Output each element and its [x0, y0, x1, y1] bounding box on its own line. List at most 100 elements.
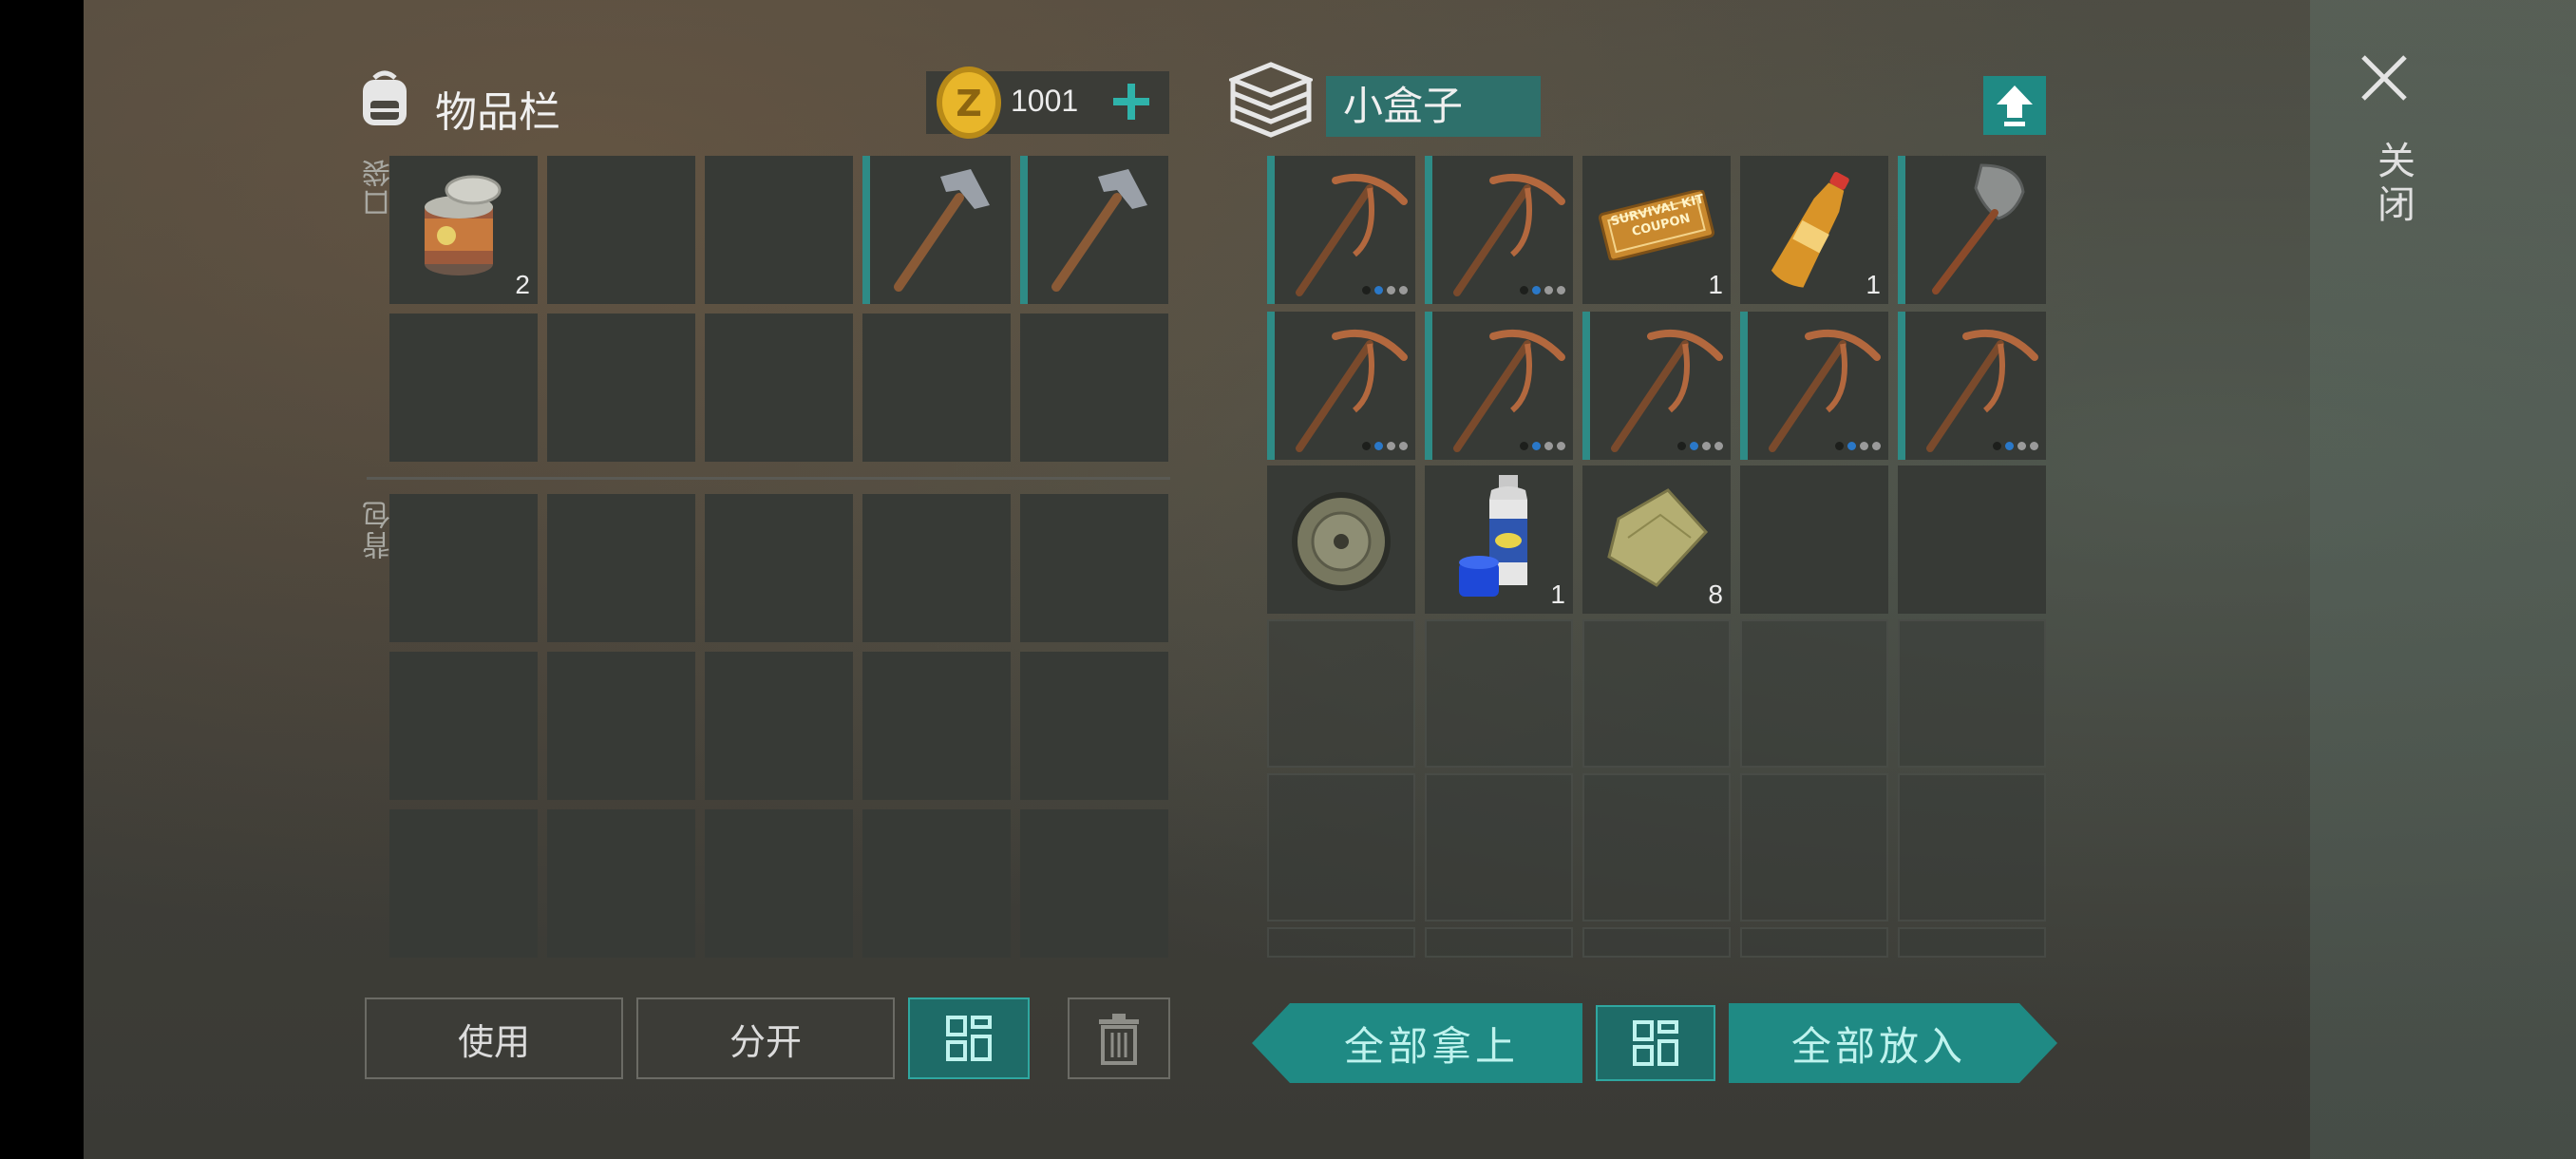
- container-slot[interactable]: [1425, 312, 1573, 460]
- item-quantity: 1: [1550, 580, 1565, 609]
- pocket-slot-10[interactable]: [1020, 314, 1168, 462]
- backpack-slot[interactable]: [1020, 652, 1168, 800]
- pocket-slot-6[interactable]: [389, 314, 538, 462]
- backpack-slot[interactable]: [705, 809, 853, 958]
- container-slot-locked: [1267, 927, 1415, 958]
- container-slot[interactable]: [1267, 156, 1415, 304]
- container-slot[interactable]: [1740, 312, 1888, 460]
- close-icon: [2361, 55, 2407, 101]
- trash-icon: [1099, 1014, 1139, 1065]
- durability-dots: [1520, 286, 1565, 294]
- sort-grid-icon: [946, 1016, 992, 1061]
- backpack-slot[interactable]: [862, 494, 1011, 642]
- backpack-slot[interactable]: [389, 652, 538, 800]
- container-slot-locked: [1425, 927, 1573, 958]
- container-slot[interactable]: 8: [1582, 466, 1731, 614]
- container-slot-locked: [1582, 927, 1731, 958]
- sort-container-button[interactable]: [1596, 1005, 1715, 1081]
- durability-dots: [1362, 286, 1408, 294]
- backpack-slot[interactable]: [547, 652, 695, 800]
- pocket-slot-8[interactable]: [705, 314, 853, 462]
- sort-inventory-button[interactable]: [908, 998, 1030, 1079]
- hammer-icon: [1051, 169, 1147, 292]
- backpack-slot[interactable]: [547, 494, 695, 642]
- coin-count: 1001: [1011, 84, 1079, 118]
- pickaxe-icon: [1769, 329, 1881, 452]
- split-button[interactable]: 分开: [636, 998, 895, 1079]
- container-slot[interactable]: 1: [1740, 156, 1888, 304]
- bottle-icon: [1771, 172, 1849, 288]
- container-slot[interactable]: [1898, 466, 2046, 614]
- container-slot-locked: [1267, 619, 1415, 768]
- pocket-slot-2[interactable]: [547, 156, 695, 304]
- container-name[interactable]: 小盒子: [1326, 76, 1541, 137]
- backpack-slot[interactable]: [862, 652, 1011, 800]
- upload-button[interactable]: [1983, 76, 2046, 135]
- container-slot[interactable]: [1898, 156, 2046, 304]
- container-slot-locked: [1425, 773, 1573, 922]
- take-all-button[interactable]: 全部拿上: [1252, 1003, 1582, 1083]
- close-label[interactable]: 关闭: [2365, 141, 2420, 228]
- item-quantity: 8: [1708, 580, 1723, 609]
- pocket-slot-3[interactable]: [705, 156, 853, 304]
- put-all-label: 全部放入: [1790, 1022, 1966, 1070]
- durability-dots: [1835, 442, 1881, 450]
- coin-icon: Z: [934, 65, 1004, 141]
- container-slot-locked: [1582, 619, 1731, 768]
- container-slot-locked: [1898, 927, 2046, 958]
- shovel-icon: [1932, 163, 2025, 294]
- pocket-slot-4[interactable]: [862, 156, 1011, 304]
- pocket-slot-5[interactable]: [1020, 156, 1168, 304]
- pickaxe-icon: [1296, 173, 1408, 296]
- upload-icon: [1997, 86, 2033, 126]
- backpack-icon: [353, 66, 416, 129]
- close-button[interactable]: [2354, 48, 2415, 108]
- item-quantity: 2: [515, 270, 530, 299]
- add-coins-plus-icon[interactable]: [1108, 78, 1155, 125]
- durability-dots: [1362, 442, 1408, 450]
- backpack-slot[interactable]: [389, 809, 538, 958]
- put-all-button[interactable]: 全部放入: [1729, 1003, 2057, 1083]
- container-slot[interactable]: SURVIVAL KIT COUPON 1: [1582, 156, 1731, 304]
- container-slot[interactable]: 1: [1425, 466, 1573, 614]
- pickaxe-icon: [1926, 329, 2038, 452]
- canned-food-icon: [425, 175, 502, 276]
- durability-dots: [1520, 442, 1565, 450]
- container-slot-locked: [1740, 927, 1888, 958]
- item-quantity: 1: [1708, 270, 1723, 299]
- pocket-slot-7[interactable]: [547, 314, 695, 462]
- item-quantity: 1: [1866, 270, 1881, 299]
- pickaxe-icon: [1296, 329, 1408, 452]
- container-slot[interactable]: [1267, 312, 1415, 460]
- trash-button[interactable]: [1068, 998, 1170, 1079]
- container-slot[interactable]: [1740, 466, 1888, 614]
- backpack-slot[interactable]: [389, 494, 538, 642]
- side-close-panel: [2310, 0, 2576, 1159]
- container-slot-locked: [1582, 773, 1731, 922]
- container-slot[interactable]: [1425, 156, 1573, 304]
- container-slot-locked: [1267, 773, 1415, 922]
- durability-dots: [1993, 442, 2038, 450]
- svg-text:Z: Z: [956, 83, 982, 124]
- backpack-slot[interactable]: [862, 809, 1011, 958]
- backpack-slot[interactable]: [547, 809, 695, 958]
- pickaxe-icon: [1453, 173, 1565, 296]
- spray-paint-icon: [1459, 475, 1527, 597]
- take-all-label: 全部拿上: [1343, 1022, 1519, 1070]
- container-slot-locked: [1740, 773, 1888, 922]
- backpack-slot[interactable]: [705, 652, 853, 800]
- container-slot-locked: [1898, 773, 2046, 922]
- pickaxe-icon: [1611, 329, 1723, 452]
- backpack-slot[interactable]: [705, 494, 853, 642]
- container-slot[interactable]: [1898, 312, 2046, 460]
- container-slot-locked: [1898, 619, 2046, 768]
- pocket-slot-1[interactable]: 2: [389, 156, 538, 304]
- hammer-icon: [894, 169, 990, 292]
- use-button[interactable]: 使用: [365, 998, 623, 1079]
- container-slot[interactable]: [1582, 312, 1731, 460]
- container-slot[interactable]: [1267, 466, 1415, 614]
- inventory-title: 物品栏: [435, 88, 560, 137]
- backpack-slot[interactable]: [1020, 809, 1168, 958]
- pocket-slot-9[interactable]: [862, 314, 1011, 462]
- backpack-slot[interactable]: [1020, 494, 1168, 642]
